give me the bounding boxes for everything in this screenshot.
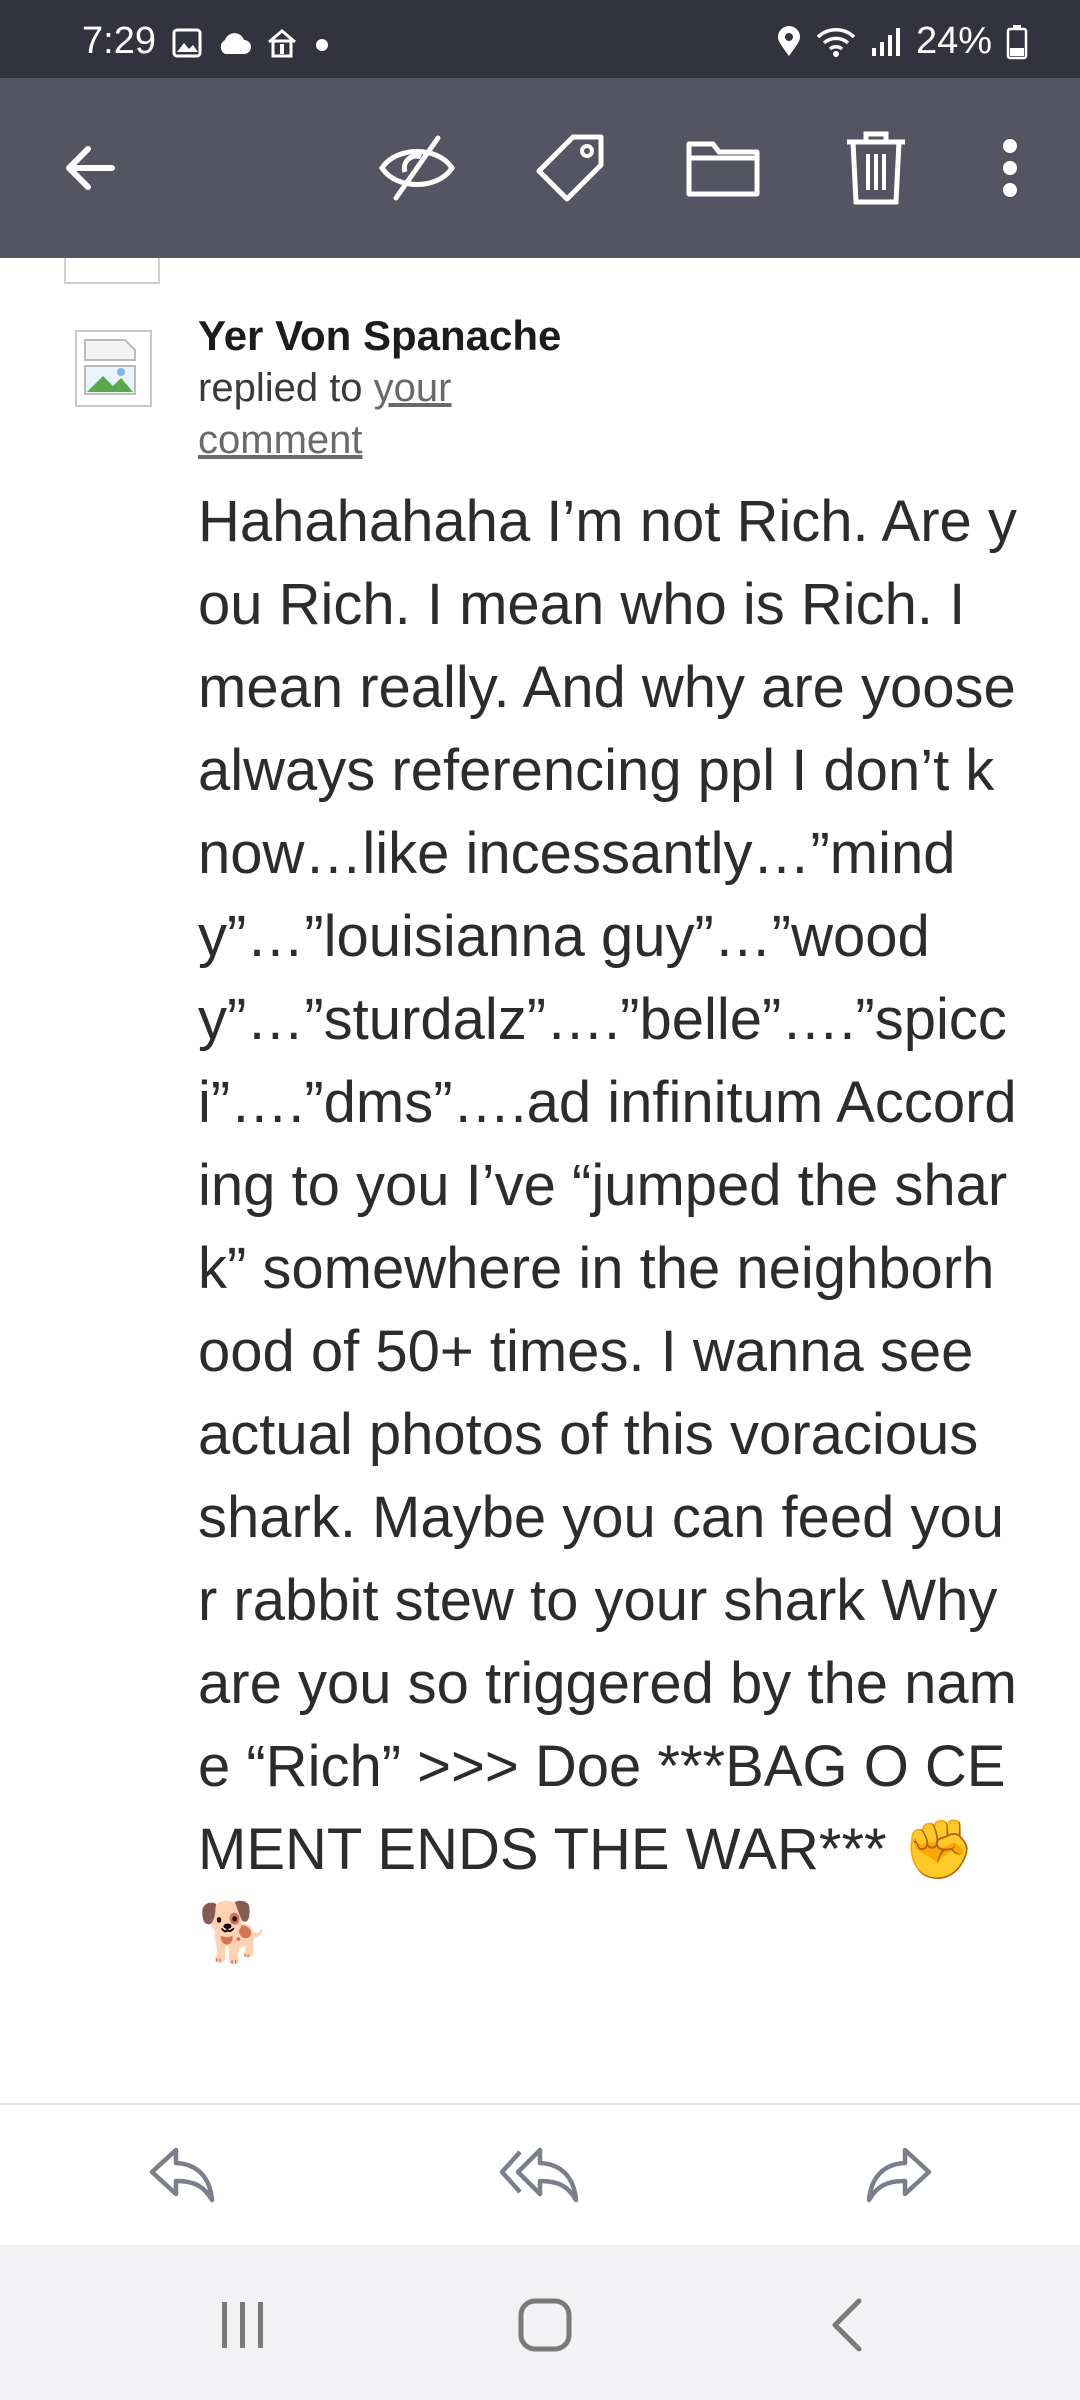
- forward-icon: [866, 2147, 932, 2203]
- more-vert-icon: [1003, 139, 1017, 197]
- recents-icon: [222, 2302, 263, 2348]
- hide-button[interactable]: [377, 128, 457, 208]
- hide-eye-icon: [379, 135, 455, 201]
- folder-icon: [686, 141, 760, 197]
- message-body: Hahahahaha I’m not Rich. Are you Rich. I…: [198, 489, 1032, 1965]
- forward-button[interactable]: [855, 2135, 945, 2215]
- previous-avatar: [64, 258, 160, 284]
- trash-icon: [847, 131, 905, 205]
- status-bar: 7:29 24%: [0, 0, 1080, 78]
- status-right: 24%: [776, 20, 1028, 63]
- tag-icon: [536, 134, 604, 202]
- battery-icon: [1006, 24, 1028, 59]
- reply-context: replied to your comment: [198, 362, 518, 466]
- top-toolbar: [0, 78, 1080, 258]
- more-options-button[interactable]: [970, 128, 1050, 208]
- status-time: 7:29: [82, 20, 156, 62]
- move-folder-button[interactable]: [683, 128, 763, 208]
- home-icon: [518, 2298, 572, 2352]
- delete-button[interactable]: [836, 128, 916, 208]
- message-content[interactable]: Yer Von Spanache replied to your comment…: [0, 258, 1080, 2103]
- broken-image-icon: [84, 339, 136, 395]
- recents-button[interactable]: [198, 2285, 288, 2365]
- author-name: Yer Von Spanache: [198, 312, 562, 359]
- reply-button[interactable]: [136, 2135, 226, 2215]
- home-alert-icon: [268, 29, 296, 58]
- back-arrow-icon: [66, 146, 115, 190]
- battery-percent: 24%: [915, 20, 992, 62]
- back-button[interactable]: [50, 128, 130, 208]
- wifi-icon: [816, 27, 856, 57]
- dot-icon: [316, 39, 328, 51]
- reply-all-button[interactable]: [495, 2135, 585, 2215]
- system-nav-bar: [0, 2245, 1080, 2400]
- cloud-icon: [220, 33, 251, 54]
- avatar: [75, 330, 152, 407]
- replied-prefix: replied to: [198, 366, 374, 410]
- message-action-bar: [0, 2103, 1080, 2247]
- reply-all-icon: [499, 2147, 579, 2203]
- tag-button[interactable]: [530, 128, 610, 208]
- home-button[interactable]: [500, 2285, 590, 2365]
- system-back-button[interactable]: [802, 2285, 892, 2365]
- location-icon: [777, 25, 800, 56]
- gallery-icon: [172, 28, 202, 58]
- back-icon: [832, 2298, 862, 2352]
- signal-icon: [871, 27, 900, 56]
- status-left-icons: [172, 28, 332, 58]
- reply-icon: [149, 2147, 215, 2203]
